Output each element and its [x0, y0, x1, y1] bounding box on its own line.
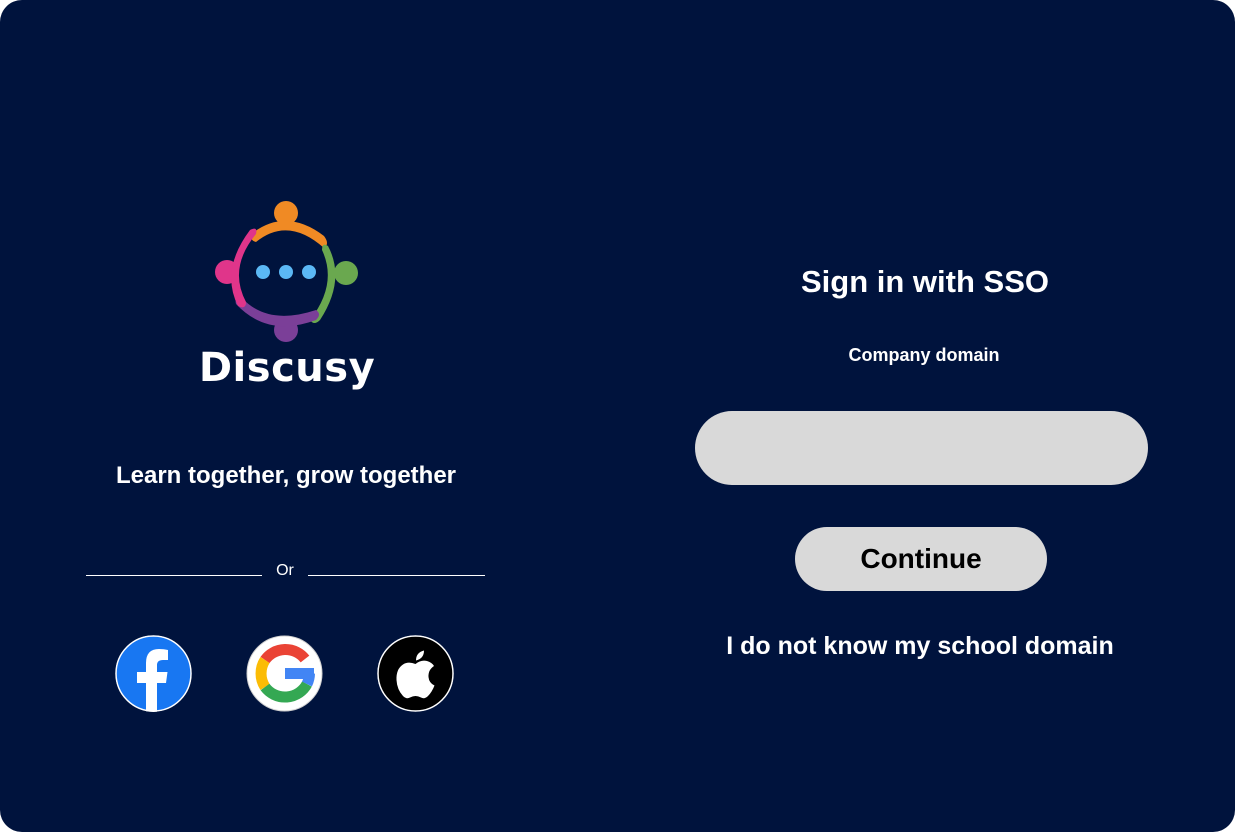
- facebook-login-button[interactable]: [115, 635, 192, 712]
- divider-line-left: [86, 575, 262, 576]
- google-icon: [246, 635, 323, 712]
- divider-line-right: [308, 575, 485, 576]
- community-chat-logo: [212, 198, 362, 348]
- tagline: Learn together, grow together: [115, 462, 457, 489]
- apple-icon: [377, 635, 454, 712]
- sso-title: Sign in with SSO: [801, 264, 1049, 299]
- divider-or-text: Or: [276, 562, 294, 579]
- facebook-icon: [115, 635, 192, 712]
- unknown-domain-link[interactable]: I do not know my school domain: [680, 632, 1160, 661]
- apple-login-button[interactable]: [377, 635, 454, 712]
- login-screen: Discusy Learn together, grow together Or: [0, 0, 1235, 832]
- brand-name: Discusy: [198, 345, 376, 391]
- company-domain-input[interactable]: [695, 411, 1148, 485]
- continue-button[interactable]: Continue: [795, 527, 1047, 591]
- company-domain-label: Company domain: [848, 345, 1000, 365]
- google-login-button[interactable]: [246, 635, 323, 712]
